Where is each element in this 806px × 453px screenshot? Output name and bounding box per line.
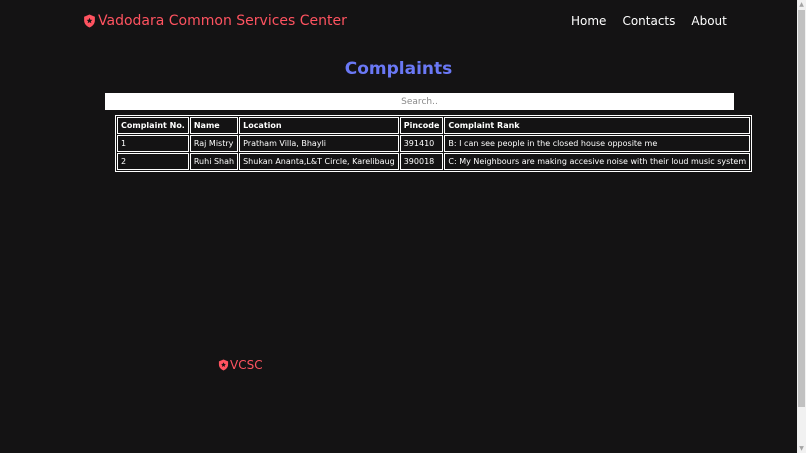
complaints-table: Complaint No. Name Location Pincode Comp… [115,115,753,172]
cell-complaint-rank: B: I can see people in the closed house … [444,135,751,152]
column-header-name: Name [189,117,239,134]
cell-complaint-no: 1 [117,135,189,152]
page-scrollbar[interactable]: ▲ ▼ [797,0,806,453]
cell-complaint-rank: C: My Neighbours are making accesive noi… [444,153,751,170]
brand-name: Vadodara Common Services Center [98,13,347,29]
shield-icon [218,359,229,371]
table-row: 2 Ruhi Shah Shukan Ananta,L&T Circle, Ka… [117,153,751,170]
nav-contacts-link[interactable]: Contacts [622,13,675,29]
nav-about-link[interactable]: About [691,13,726,29]
cell-location: Pratham Villa, Bhayli [239,135,399,152]
column-header-pincode: Pincode [399,117,444,134]
table-row: 1 Raj Mistry Pratham Villa, Bhayli 39141… [117,135,751,152]
column-header-complaint-rank: Complaint Rank [444,117,751,134]
cell-name: Raj Mistry [189,135,239,152]
column-header-complaint-no: Complaint No. [117,117,189,134]
cell-name: Ruhi Shah [189,153,239,170]
nav-home-link[interactable]: Home [571,13,606,29]
footer-brand-name: VCSC [230,358,263,372]
search-input[interactable] [105,93,734,110]
footer-brand[interactable]: VCSC [218,357,263,373]
arrow-up-icon[interactable]: ▲ [797,0,806,9]
cell-pincode: 391410 [399,135,444,152]
cell-location: Shukan Ananta,L&T Circle, Karelibaug [239,153,399,170]
cell-complaint-no: 2 [117,153,189,170]
shield-icon [84,14,95,28]
complaints-table-wrap: Complaint No. Name Location Pincode Comp… [115,115,753,172]
table-header-row: Complaint No. Name Location Pincode Comp… [117,117,751,134]
page: Vadodara Common Services Center Home Con… [0,0,806,453]
top-nav: Home Contacts About [571,13,727,29]
arrow-down-icon[interactable]: ▼ [797,444,806,453]
brand[interactable]: Vadodara Common Services Center [83,12,347,30]
page-title: Complaints [344,59,453,79]
scrollbar-thumb[interactable] [798,10,805,407]
cell-pincode: 390018 [399,153,444,170]
column-header-location: Location [239,117,399,134]
